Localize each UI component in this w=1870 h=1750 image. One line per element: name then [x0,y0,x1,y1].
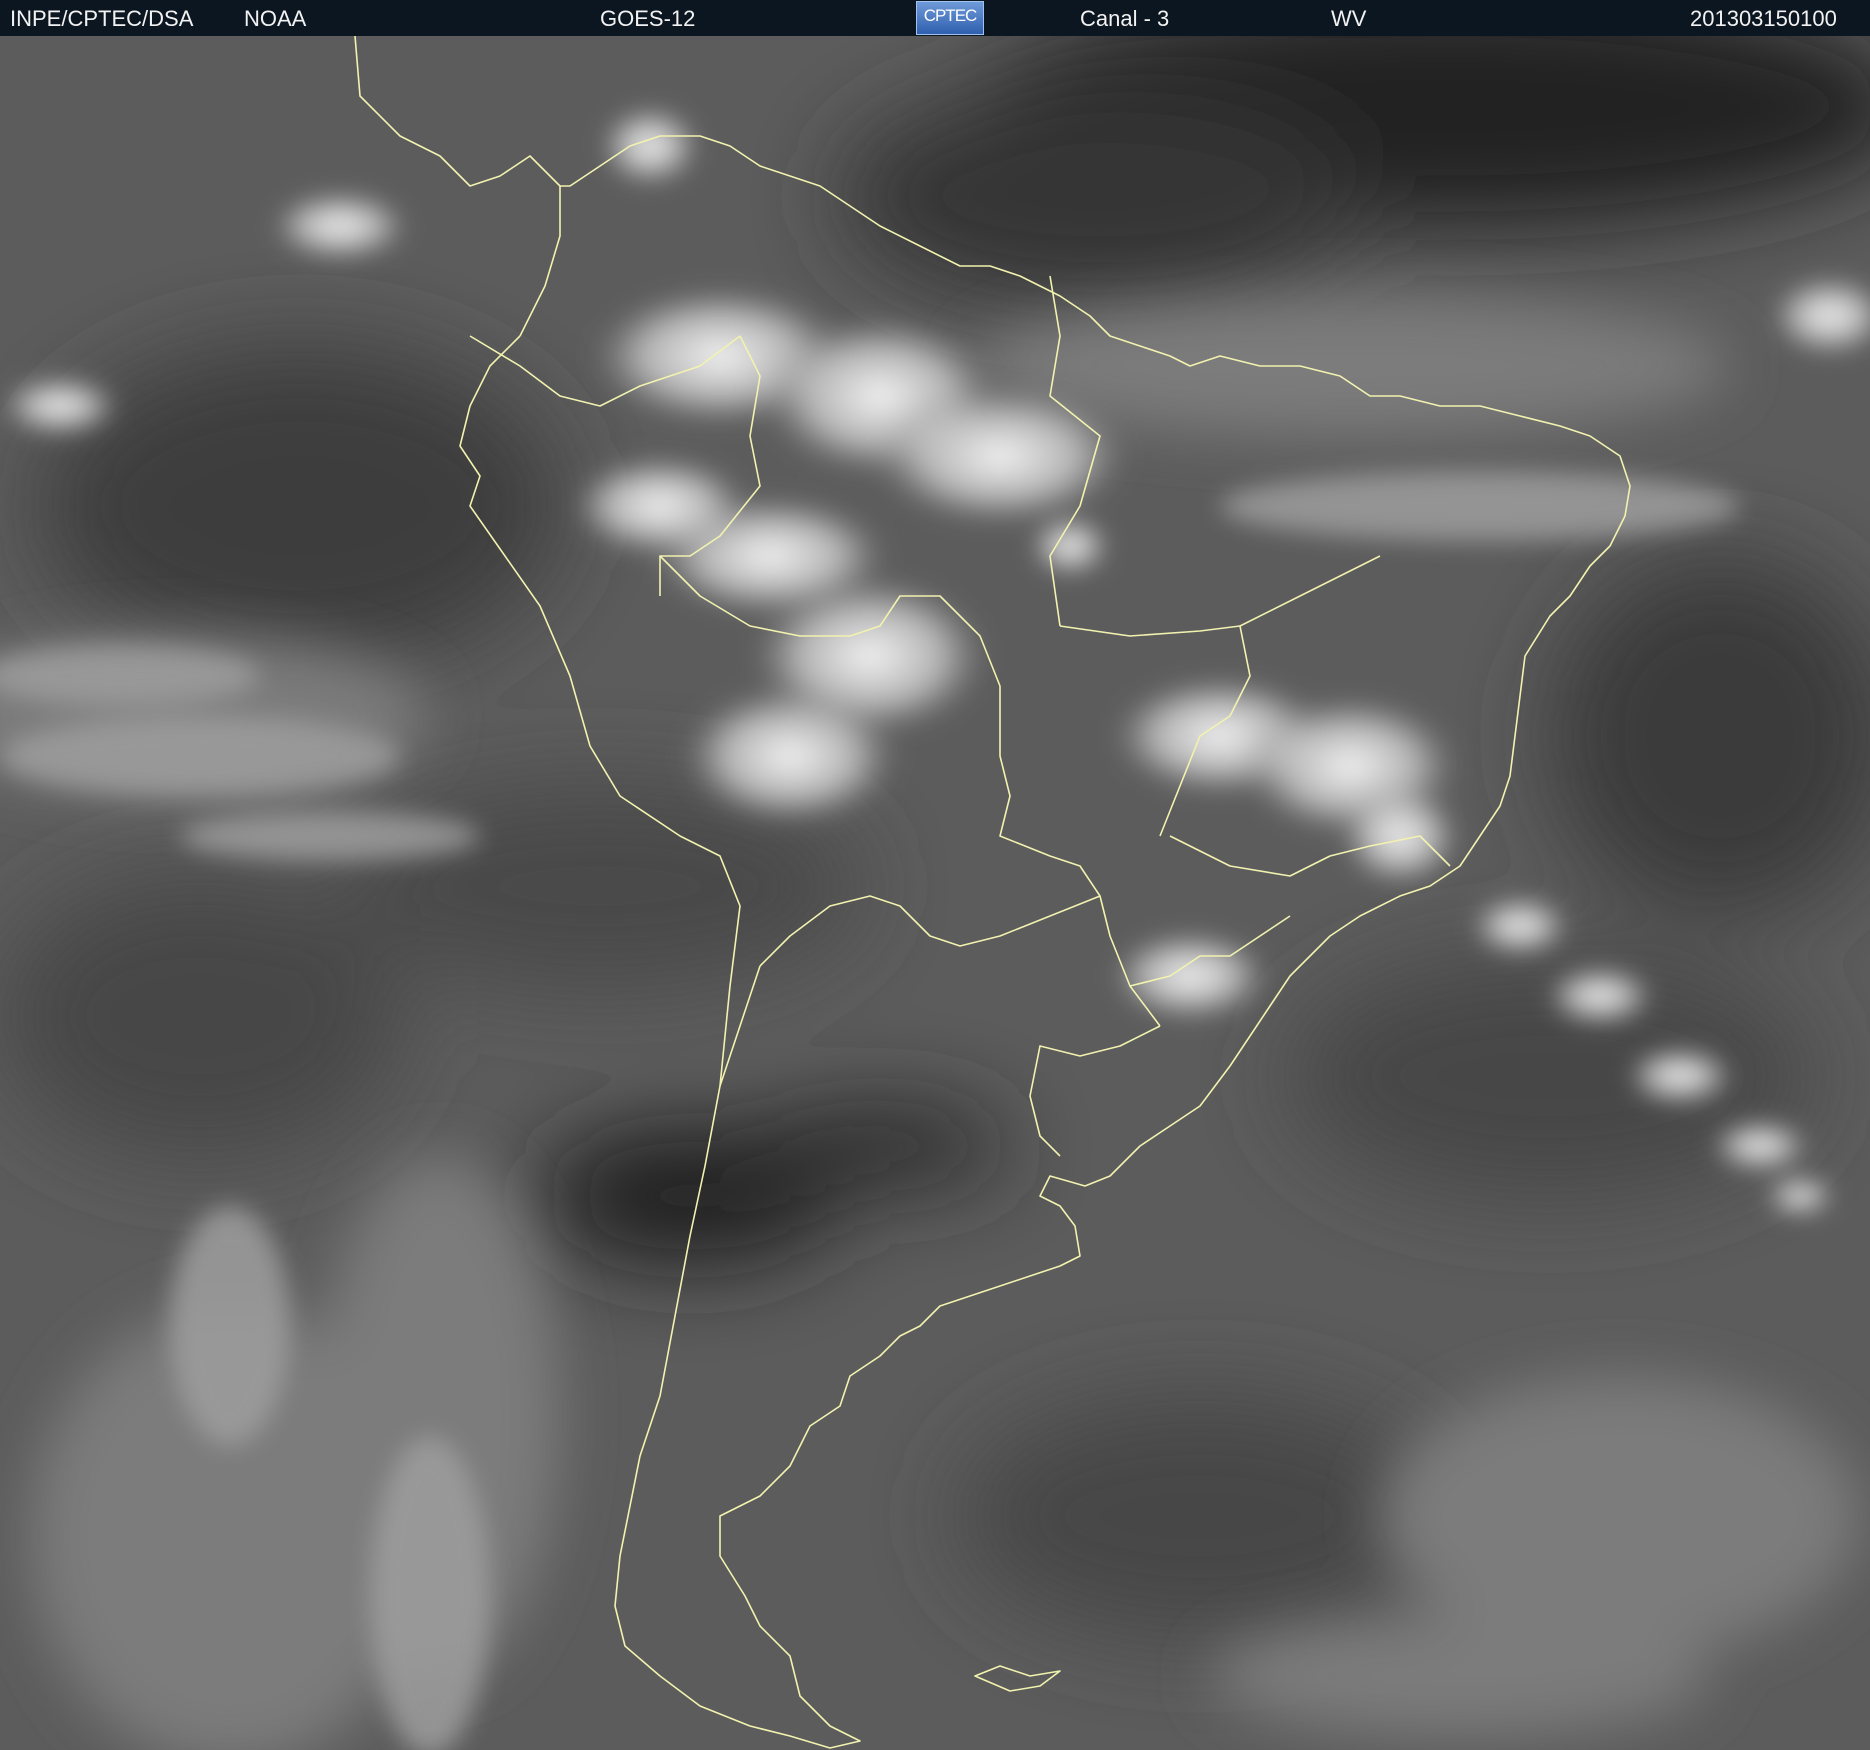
agency-label: NOAA [244,6,307,31]
source-label: INPE/CPTEC/DSA [10,6,194,31]
cptec-logo-text: CPTEC [923,6,978,25]
band-label: WV [1331,6,1367,31]
water-vapor-satellite-image [0,36,1870,1750]
cptec-logo: CPTEC [916,1,984,35]
timestamp-label: 201303150100 [1690,6,1837,31]
channel-label: Canal - 3 [1080,6,1170,31]
image-header-bar: INPE/CPTEC/DSA NOAA GOES-12 CPTEC Canal … [0,0,1870,36]
satellite-label: GOES-12 [600,6,696,31]
